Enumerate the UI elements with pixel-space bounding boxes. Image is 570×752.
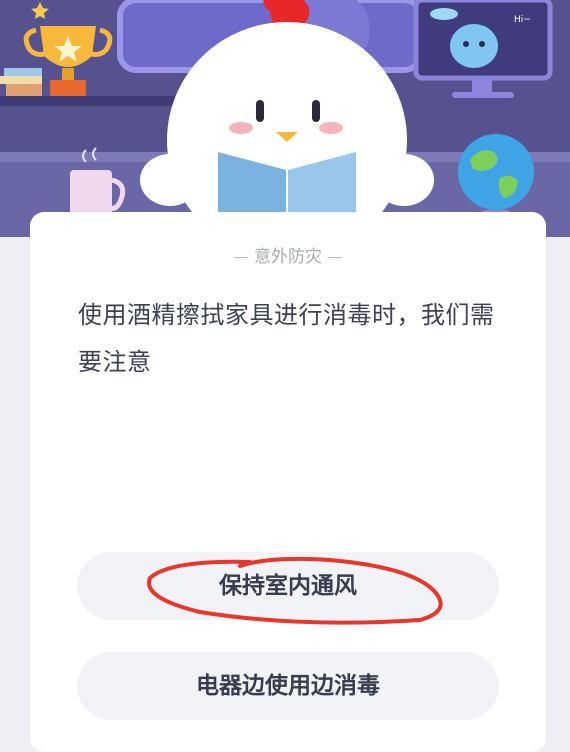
question-text: 使用酒精擦拭家具进行消毒时，我们需要注意	[78, 301, 495, 376]
answer-option-1-label: 保持室内通风	[219, 573, 357, 599]
answer-option-1[interactable]: 保持室内通风	[77, 552, 499, 620]
category-label: 意外防灾	[30, 242, 546, 267]
question-card: 意外防灾 使用酒精擦拭家具进行消毒时，我们需要注意 保持室内通风 电器边使用边消…	[30, 212, 546, 752]
header-illustration: Hi~	[0, 0, 570, 237]
category-text: 意外防灾	[254, 247, 322, 267]
speech-text: Hi~	[514, 15, 531, 25]
dash-left	[234, 256, 248, 258]
dash-right	[328, 256, 342, 258]
answer-option-2[interactable]: 电器边使用边消毒	[77, 652, 499, 720]
answer-option-2-label: 电器边使用边消毒	[196, 673, 380, 699]
books-icon	[0, 68, 42, 96]
